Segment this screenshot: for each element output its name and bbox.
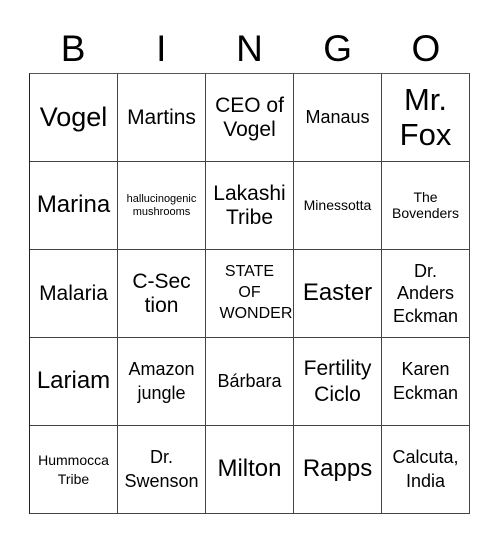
cell-text: Dr. Swenson: [124, 447, 199, 491]
cell-text: Bárbara: [217, 371, 282, 392]
cell-text: C-Section: [132, 269, 191, 317]
cell-text: Hummocca Tribe: [38, 451, 109, 487]
cell-text: Vogel: [39, 102, 108, 133]
bingo-cell[interactable]: Lakashi Tribe: [206, 162, 294, 250]
cell-text: Marina: [36, 191, 111, 219]
cell-text: Rapps: [302, 455, 373, 483]
cell-text: Minessotta: [303, 196, 372, 213]
header-letter-i: I: [156, 28, 167, 69]
header-letter-o: O: [411, 28, 441, 69]
cell-text: hallucinogenic mushrooms: [126, 193, 197, 218]
bingo-cell[interactable]: Minessotta: [294, 162, 382, 250]
bingo-cell[interactable]: Vogel: [30, 74, 118, 162]
bingo-board: Vogel Martins CEO of Vogel Manaus Mr. Fo…: [29, 73, 470, 514]
cell-text: Martins: [127, 105, 196, 129]
bingo-cell[interactable]: Martins: [118, 74, 206, 162]
header-letter-n: N: [236, 28, 263, 69]
cell-text: Karen Eckman: [392, 359, 459, 403]
bingo-cell[interactable]: The Bovenders: [382, 162, 470, 250]
cell-text: Lakashi Tribe: [213, 181, 286, 229]
cell-text: STATE OF WONDER: [219, 263, 293, 322]
cell-text: Lariam: [36, 367, 111, 395]
header-letter-b: B: [60, 28, 86, 69]
bingo-cell[interactable]: Mr. Fox: [382, 74, 470, 162]
cell-text: Easter: [302, 279, 373, 307]
cell-text: Fertility Ciclo: [303, 357, 372, 406]
bingo-cell[interactable]: STATE OF WONDER: [206, 250, 294, 338]
bingo-cell[interactable]: Fertility Ciclo: [294, 338, 382, 426]
cell-text: Milton: [217, 455, 282, 483]
bingo-cell[interactable]: Malaria: [30, 250, 118, 338]
cell-text: The Bovenders: [392, 188, 459, 221]
bingo-cell[interactable]: C-Section: [118, 250, 206, 338]
bingo-cell[interactable]: Calcuta, India: [382, 426, 470, 514]
cell-text: Mr. Fox: [399, 82, 452, 152]
cell-text: Malaria: [39, 281, 108, 305]
cell-text: Dr. Anders Eckman: [392, 260, 459, 326]
cell-text: Calcuta, India: [392, 447, 459, 491]
cell-text: Manaus: [305, 107, 370, 128]
bingo-cell[interactable]: Rapps: [294, 426, 382, 514]
bingo-cell[interactable]: CEO of Vogel: [206, 74, 294, 162]
bingo-cell[interactable]: Manaus: [294, 74, 382, 162]
bingo-cell[interactable]: Lariam: [30, 338, 118, 426]
bingo-cell[interactable]: Milton: [206, 426, 294, 514]
bingo-cell[interactable]: hallucinogenic mushrooms: [118, 162, 206, 250]
bingo-cell[interactable]: Easter: [294, 250, 382, 338]
bingo-cell[interactable]: Karen Eckman: [382, 338, 470, 426]
bingo-cell[interactable]: Dr. Swenson: [118, 426, 206, 514]
bingo-header: B I N G O: [29, 26, 470, 72]
cell-text: Amazon jungle: [128, 359, 195, 403]
bingo-cell[interactable]: Dr. Anders Eckman: [382, 250, 470, 338]
bingo-cell[interactable]: Hummocca Tribe: [30, 426, 118, 514]
bingo-cell[interactable]: Amazon jungle: [118, 338, 206, 426]
header-letter-g: G: [323, 28, 353, 69]
bingo-cell[interactable]: Marina: [30, 162, 118, 250]
cell-text: CEO of Vogel: [215, 93, 284, 141]
bingo-cell[interactable]: Bárbara: [206, 338, 294, 426]
